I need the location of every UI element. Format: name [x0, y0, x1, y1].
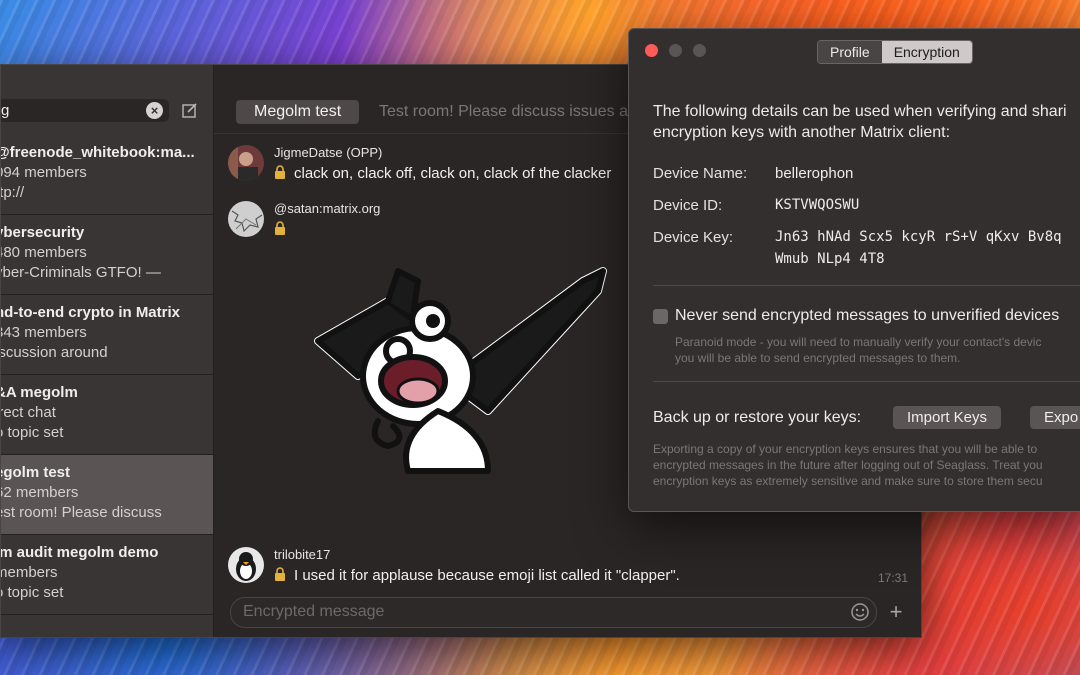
device-name-label: Device Name: [653, 165, 748, 182]
room-members: irect chat [1, 404, 56, 421]
room-topic: ttp:// [1, 184, 25, 201]
compose-icon[interactable] [181, 101, 199, 119]
room-sidebar: g × @freenode_whitebook:ma... 094 member… [1, 65, 214, 637]
divider [653, 381, 1080, 382]
room-title[interactable]: Megolm test [236, 100, 360, 124]
room-list-item[interactable]: nd-to-end crypto in Matrix 343 members i… [1, 295, 213, 375]
room-members: 343 members [1, 324, 87, 341]
message-sender: @satan:matrix.org [274, 201, 381, 216]
tab-encryption[interactable]: Encryption [881, 41, 972, 63]
add-attachment-icon[interactable]: + [886, 599, 906, 625]
device-id-label: Device ID: [653, 197, 723, 214]
room-members: 62 members [1, 484, 79, 501]
message-composer[interactable]: Encrypted message [230, 597, 877, 628]
room-topic: o topic set [1, 424, 64, 441]
room-topic: o topic set [1, 584, 64, 601]
zoom-window-button[interactable] [693, 44, 706, 57]
composer-placeholder: Encrypted message [243, 603, 385, 620]
room-search-input[interactable]: g [1, 99, 169, 122]
device-key-value: Jn63 hNAd Scx5 kcyR rS+V qKxv Bv8q [775, 229, 1062, 245]
minimize-window-button[interactable] [669, 44, 682, 57]
device-key-value: Wmub NLp4 4T8 [775, 251, 885, 267]
lock-icon [275, 221, 285, 235]
never-send-label[interactable]: Never send encrypted messages to unverif… [675, 307, 1059, 325]
export-keys-button[interactable]: Expo [1030, 406, 1080, 429]
room-list-item[interactable]: @freenode_whitebook:ma... 094 members tt… [1, 135, 213, 215]
help-line: encrypted messages in the future after l… [653, 458, 1043, 472]
room-list: @freenode_whitebook:ma... 094 members tt… [1, 135, 213, 615]
paranoid-help-text: Paranoid mode - you will need to manuall… [675, 334, 1041, 366]
tab-profile[interactable]: Profile [818, 41, 882, 63]
room-list-item[interactable]: lm audit megolm demo members o topic set [1, 535, 213, 615]
close-window-button[interactable] [645, 44, 658, 57]
help-line: Exporting a copy of your encryption keys… [653, 442, 1038, 456]
avatar[interactable] [228, 201, 264, 237]
room-topic-header: Test room! Please discuss issues a [379, 103, 628, 120]
room-name: egolm test [1, 464, 71, 481]
export-help-text: Exporting a copy of your encryption keys… [653, 441, 1043, 489]
room-members: 480 members [1, 244, 87, 261]
room-name: ybersecurity [1, 224, 85, 241]
room-name: lm audit megolm demo [1, 544, 159, 561]
room-list-item[interactable]: ybersecurity 480 members yber-Criminals … [1, 215, 213, 295]
message-sender: trilobite17 [274, 547, 331, 562]
message-text: clack on, clack off, clack on, clack of … [294, 165, 612, 182]
room-members: 094 members [1, 164, 87, 181]
encryption-description: The following details can be used when v… [653, 101, 1067, 143]
room-name: nd-to-end crypto in Matrix [1, 304, 180, 321]
description-line: The following details can be used when v… [653, 103, 1067, 120]
room-topic: yber-Criminals GTFO! — [1, 264, 161, 281]
import-keys-button[interactable]: Import Keys [893, 406, 1002, 429]
room-topic: iscussion around [1, 344, 108, 361]
device-name-row: Device Name: bellerophon [653, 165, 853, 182]
message-body: I used it for applause because emoji lis… [274, 567, 680, 584]
message-item: trilobite17 I used it for applause becau… [228, 547, 908, 587]
room-list-item-selected[interactable]: egolm test 62 members est room! Please d… [1, 455, 213, 535]
help-line: Paranoid mode - you will need to manuall… [675, 335, 1042, 349]
clear-search-icon[interactable]: × [146, 102, 163, 119]
room-list-item[interactable]: &A megolm irect chat o topic set [1, 375, 213, 455]
sticker-image[interactable] [298, 261, 608, 481]
device-name-value: bellerophon [775, 165, 854, 182]
divider [653, 285, 1080, 286]
device-key-row: Device Key: Jn63 hNAd Scx5 kcyR rS+V qKx… [653, 229, 1062, 267]
message-body [274, 221, 294, 238]
never-send-checkbox[interactable] [653, 309, 668, 324]
emoji-icon[interactable] [850, 602, 870, 622]
avatar[interactable] [228, 547, 264, 583]
settings-tab-bar: Profile Encryption [817, 40, 973, 64]
search-row: g × [1, 97, 213, 135]
room-name: @freenode_whitebook:ma... [1, 144, 195, 161]
message-body: clack on, clack off, clack on, clack of … [274, 165, 611, 182]
description-line: encryption keys with another Matrix clie… [653, 124, 951, 141]
message-text: I used it for applause because emoji lis… [294, 567, 680, 584]
device-id-row: Device ID: KSTVWQOSWU [653, 197, 859, 214]
message-sender: JigmeDatse (OPP) [274, 145, 383, 160]
room-name: &A megolm [1, 384, 78, 401]
encryption-settings-panel: Profile Encryption The following details… [628, 28, 1080, 512]
device-key-label: Device Key: [653, 229, 734, 246]
help-line: encryption keys as extremely sensitive a… [653, 474, 1043, 488]
help-line: you will be able to send encrypted messa… [675, 351, 961, 365]
message-timestamp: 17:31 [877, 571, 908, 585]
device-id-value: KSTVWQOSWU [775, 197, 860, 213]
room-topic: est room! Please discuss [1, 504, 162, 521]
lock-icon [275, 165, 285, 179]
avatar[interactable] [228, 145, 264, 181]
backup-label: Back up or restore your keys: [653, 409, 862, 426]
lock-icon [275, 567, 285, 581]
room-members: members [1, 564, 58, 581]
